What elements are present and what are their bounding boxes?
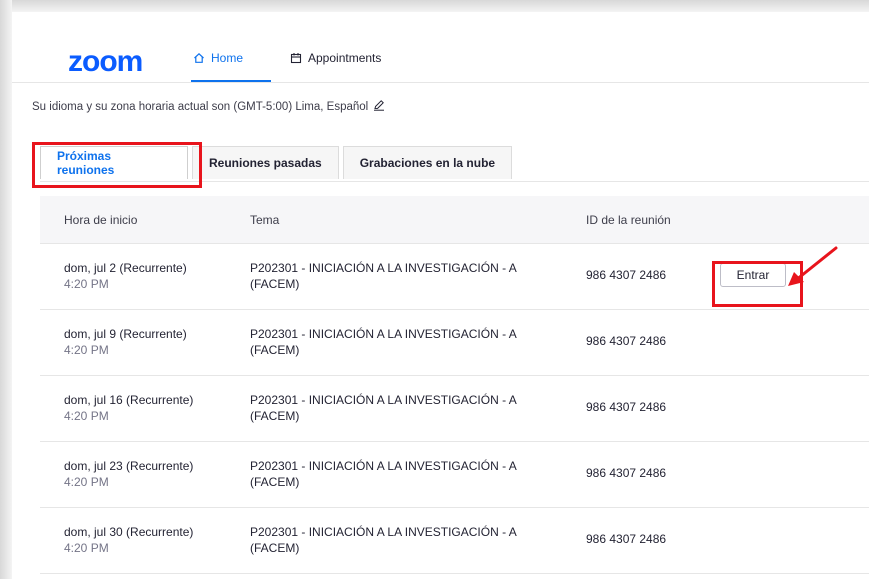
meeting-topic[interactable]: P202301 - INICIACIÓN A LA INVESTIGACIÓN … (250, 458, 540, 490)
table-row[interactable]: dom, jul 9 (Recurrente) 4:20 PM P202301 … (40, 309, 869, 376)
tab-recordings-label: Grabaciones en la nube (359, 156, 496, 170)
home-icon (193, 52, 205, 64)
column-header-meeting-id: ID de la reunión (586, 213, 671, 227)
zoom-logo[interactable]: zoom (68, 47, 143, 77)
nav-home[interactable]: Home (193, 51, 243, 65)
tab-cloud-recordings[interactable]: Grabaciones en la nube (342, 146, 513, 179)
column-header-start-time: Hora de inicio (64, 213, 138, 227)
meeting-id: 986 4307 2486 (586, 532, 667, 546)
meeting-id: 986 4307 2486 (586, 334, 667, 348)
window-shadow-left (0, 0, 12, 579)
red-arrow-icon (788, 246, 838, 286)
top-nav: zoom Home Appointments (12, 12, 869, 83)
meeting-time: 4:20 PM (64, 277, 109, 291)
nav-appointments-label: Appointments (308, 51, 382, 65)
start-cell: dom, jul 9 (Recurrente) 4:20 PM (64, 326, 187, 358)
window-shadow-top (0, 0, 869, 12)
table-row[interactable]: dom, jul 23 (Recurrente) 4:20 PM P202301… (40, 441, 869, 508)
column-header-topic: Tema (250, 213, 280, 227)
meeting-id: 986 4307 2486 (586, 466, 667, 480)
nav-appointments[interactable]: Appointments (290, 51, 381, 65)
nav-home-label: Home (211, 51, 244, 65)
meeting-topic[interactable]: P202301 - INICIACIÓN A LA INVESTIGACIÓN … (250, 392, 540, 424)
highlight-box-tab (32, 142, 202, 188)
tab-past-label: Reuniones pasadas (209, 156, 322, 170)
calendar-icon (290, 52, 302, 64)
meeting-id: 986 4307 2486 (586, 400, 667, 414)
tab-past-meetings[interactable]: Reuniones pasadas (192, 146, 339, 179)
meeting-date: dom, jul 9 (Recurrente) (64, 327, 187, 341)
meeting-id: 986 4307 2486 (586, 268, 667, 282)
meeting-topic[interactable]: P202301 - INICIACIÓN A LA INVESTIGACIÓN … (250, 260, 540, 292)
meeting-topic[interactable]: P202301 - INICIACIÓN A LA INVESTIGACIÓN … (250, 326, 540, 358)
start-cell: dom, jul 2 (Recurrente) 4:20 PM (64, 260, 187, 292)
edit-pencil-icon[interactable] (373, 99, 385, 114)
meeting-topic[interactable]: P202301 - INICIACIÓN A LA INVESTIGACIÓN … (250, 524, 540, 556)
start-cell: dom, jul 16 (Recurrente) 4:20 PM (64, 392, 193, 424)
table-header: Hora de inicio Tema ID de la reunión (40, 196, 869, 244)
table-row[interactable]: dom, jul 16 (Recurrente) 4:20 PM P202301… (40, 375, 869, 442)
meeting-time: 4:20 PM (64, 409, 109, 423)
meeting-time: 4:20 PM (64, 475, 109, 489)
timezone-text: Su idioma y su zona horaria actual son (… (32, 100, 369, 113)
start-cell: dom, jul 23 (Recurrente) 4:20 PM (64, 458, 193, 490)
meeting-date: dom, jul 2 (Recurrente) (64, 261, 187, 275)
zoom-web-window: zoom Home Appointments Su idioma y su zo… (12, 12, 869, 579)
timezone-notice: Su idioma y su zona horaria actual son (… (32, 99, 385, 114)
table-row[interactable]: dom, jul 30 (Recurrente) 4:20 PM P202301… (40, 507, 869, 574)
meeting-date: dom, jul 30 (Recurrente) (64, 525, 194, 539)
meeting-time: 4:20 PM (64, 343, 109, 357)
start-cell: dom, jul 30 (Recurrente) 4:20 PM (64, 524, 193, 556)
nav-active-underline (191, 80, 271, 82)
meeting-date: dom, jul 16 (Recurrente) (64, 393, 194, 407)
meeting-date: dom, jul 23 (Recurrente) (64, 459, 194, 473)
meeting-time: 4:20 PM (64, 541, 109, 555)
